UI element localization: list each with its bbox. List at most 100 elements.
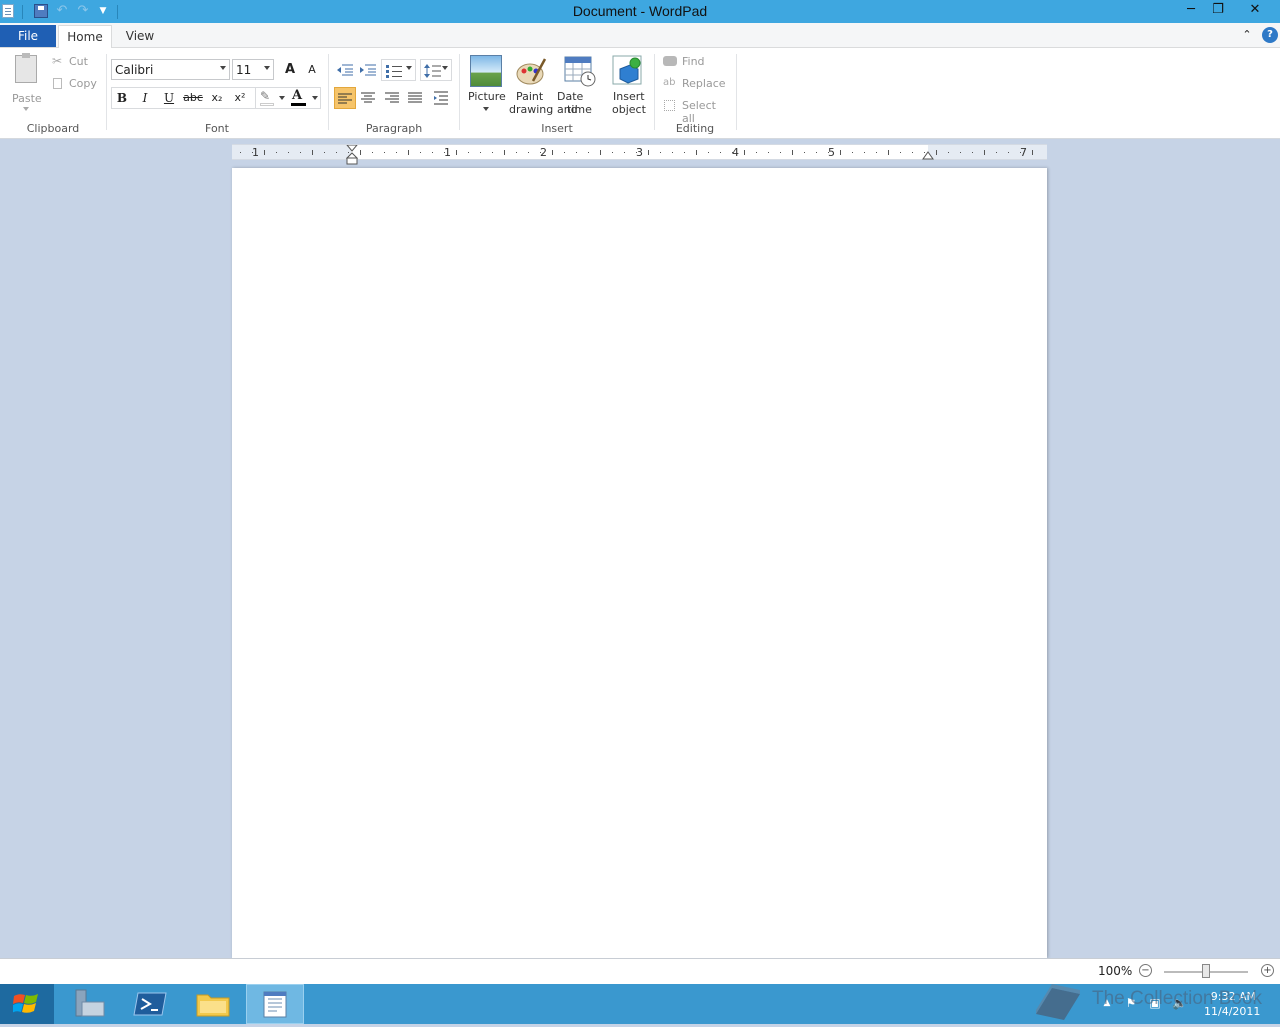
- paint-label-line2: drawing: [509, 103, 554, 116]
- paste-chevron-down-icon: [23, 107, 29, 111]
- ruler-tick: [576, 152, 577, 153]
- chevron-down-icon: [312, 96, 318, 100]
- align-center-icon[interactable]: [357, 87, 379, 109]
- paint-drawing-button[interactable]: Paint drawing: [508, 52, 554, 116]
- ruler-number: 4: [732, 146, 739, 159]
- ruler-tick: [468, 152, 469, 153]
- date-time-button[interactable]: Date and time: [555, 52, 605, 116]
- grow-font-button[interactable]: A: [279, 59, 301, 81]
- ruler-tick: [972, 152, 973, 153]
- cut-button[interactable]: ✂ Cut: [52, 54, 102, 70]
- group-divider: [736, 54, 737, 130]
- minimize-icon[interactable]: ─: [1178, 0, 1204, 20]
- insert-object-button[interactable]: Insert object: [606, 52, 650, 116]
- group-divider: [328, 54, 329, 130]
- taskbar-server-manager[interactable]: [60, 984, 118, 1024]
- strikethrough-button[interactable]: abc: [182, 87, 204, 109]
- line-spacing-icon: [424, 64, 441, 78]
- binoculars-icon: [663, 56, 677, 66]
- ruler-tick: [876, 152, 877, 153]
- help-icon[interactable]: ?: [1262, 27, 1278, 43]
- zoom-in-icon[interactable]: +: [1261, 964, 1274, 977]
- ruler-tick: [432, 152, 433, 153]
- justify-icon[interactable]: [404, 87, 426, 109]
- scissors-icon: ✂: [52, 54, 63, 68]
- paint-palette-icon: [515, 55, 547, 87]
- document-page[interactable]: [232, 168, 1047, 958]
- text-color-button[interactable]: A: [289, 88, 319, 107]
- paragraph-settings-icon[interactable]: [430, 87, 452, 109]
- select-all-button[interactable]: Select all: [662, 98, 732, 125]
- tab-home[interactable]: Home: [58, 25, 112, 48]
- taskbar-powershell[interactable]: [122, 984, 180, 1024]
- decrease-indent-icon[interactable]: [334, 59, 356, 81]
- start-button[interactable]: [0, 984, 54, 1024]
- ruler[interactable]: 1 1 2 3 4 5 7: [232, 144, 1047, 165]
- taskbar-file-explorer[interactable]: [184, 984, 242, 1024]
- clipboard-group-label: Clipboard: [26, 122, 80, 135]
- close-icon[interactable]: ✕: [1242, 0, 1268, 20]
- copy-button[interactable]: Copy: [52, 76, 102, 92]
- object-label-line2: object: [612, 103, 646, 116]
- ruler-tick: [252, 152, 253, 153]
- select-all-icon: [664, 100, 675, 111]
- taskbar-wordpad[interactable]: [246, 984, 304, 1024]
- ruler-number: 7: [1020, 146, 1027, 159]
- superscript-button[interactable]: x²: [229, 87, 251, 109]
- align-left-icon[interactable]: [334, 87, 356, 109]
- find-button[interactable]: Find: [662, 54, 728, 70]
- editing-group-label: Editing: [675, 122, 715, 135]
- ruler-tick: [636, 152, 637, 153]
- picture-label: Picture: [468, 90, 506, 103]
- ruler-tick: [804, 152, 805, 153]
- ruler-tick: [888, 150, 889, 155]
- highlight-color-button[interactable]: ✎: [257, 89, 287, 107]
- ruler-tick: [396, 152, 397, 153]
- ruler-tick: [1032, 150, 1033, 155]
- ruler-tick: [960, 152, 961, 153]
- align-right-icon[interactable]: [381, 87, 403, 109]
- left-indent-marker[interactable]: [345, 144, 359, 168]
- replace-button[interactable]: ab Replace: [662, 76, 728, 92]
- window-title: Document - WordPad: [572, 3, 708, 19]
- line-spacing-button[interactable]: [420, 59, 452, 81]
- shrink-font-button[interactable]: A: [301, 59, 323, 81]
- bold-button[interactable]: B: [111, 87, 133, 109]
- italic-button[interactable]: I: [134, 87, 156, 109]
- ruler-tick: [564, 152, 565, 153]
- chevron-down-icon: [220, 66, 226, 70]
- font-group-label: Font: [205, 122, 229, 135]
- bullet-list-button[interactable]: [381, 59, 416, 81]
- ruler-left-margin: [232, 145, 351, 159]
- subscript-button[interactable]: x₂: [206, 87, 228, 109]
- ruler-tick: [900, 152, 901, 153]
- underline-button[interactable]: U: [158, 87, 180, 109]
- paste-button[interactable]: Paste: [8, 52, 44, 112]
- insert-picture-button[interactable]: Picture: [465, 52, 507, 116]
- insert-group-label: Insert: [541, 122, 573, 135]
- watermark-text: The Collection Book: [1092, 988, 1263, 1009]
- chevron-down-icon: [264, 66, 270, 70]
- tab-view[interactable]: View: [118, 25, 162, 47]
- tab-file[interactable]: File: [0, 25, 56, 47]
- ruler-tick: [828, 152, 829, 153]
- wordpad-icon: [263, 991, 287, 1018]
- cut-label: Cut: [69, 55, 88, 68]
- ruler-tick: [336, 152, 337, 153]
- server-manager-icon: [75, 989, 105, 1017]
- minimize-ribbon-chevron-up-icon[interactable]: ⌃: [1239, 27, 1255, 43]
- zoom-slider-thumb[interactable]: [1202, 964, 1210, 978]
- ruler-tick: [444, 152, 445, 153]
- increase-indent-icon[interactable]: [357, 59, 379, 81]
- zoom-level-text: 100%: [1098, 964, 1133, 978]
- restore-icon[interactable]: ❐: [1205, 0, 1231, 20]
- font-family-select[interactable]: Calibri: [111, 59, 230, 80]
- ruler-tick: [528, 152, 529, 153]
- copy-label: Copy: [69, 77, 97, 90]
- paragraph-group-label: Paragraph: [365, 122, 423, 135]
- group-divider: [106, 54, 107, 130]
- find-label: Find: [682, 55, 705, 68]
- zoom-out-icon[interactable]: −: [1139, 964, 1152, 977]
- ruler-tick: [864, 152, 865, 153]
- font-size-select[interactable]: 11: [232, 59, 274, 80]
